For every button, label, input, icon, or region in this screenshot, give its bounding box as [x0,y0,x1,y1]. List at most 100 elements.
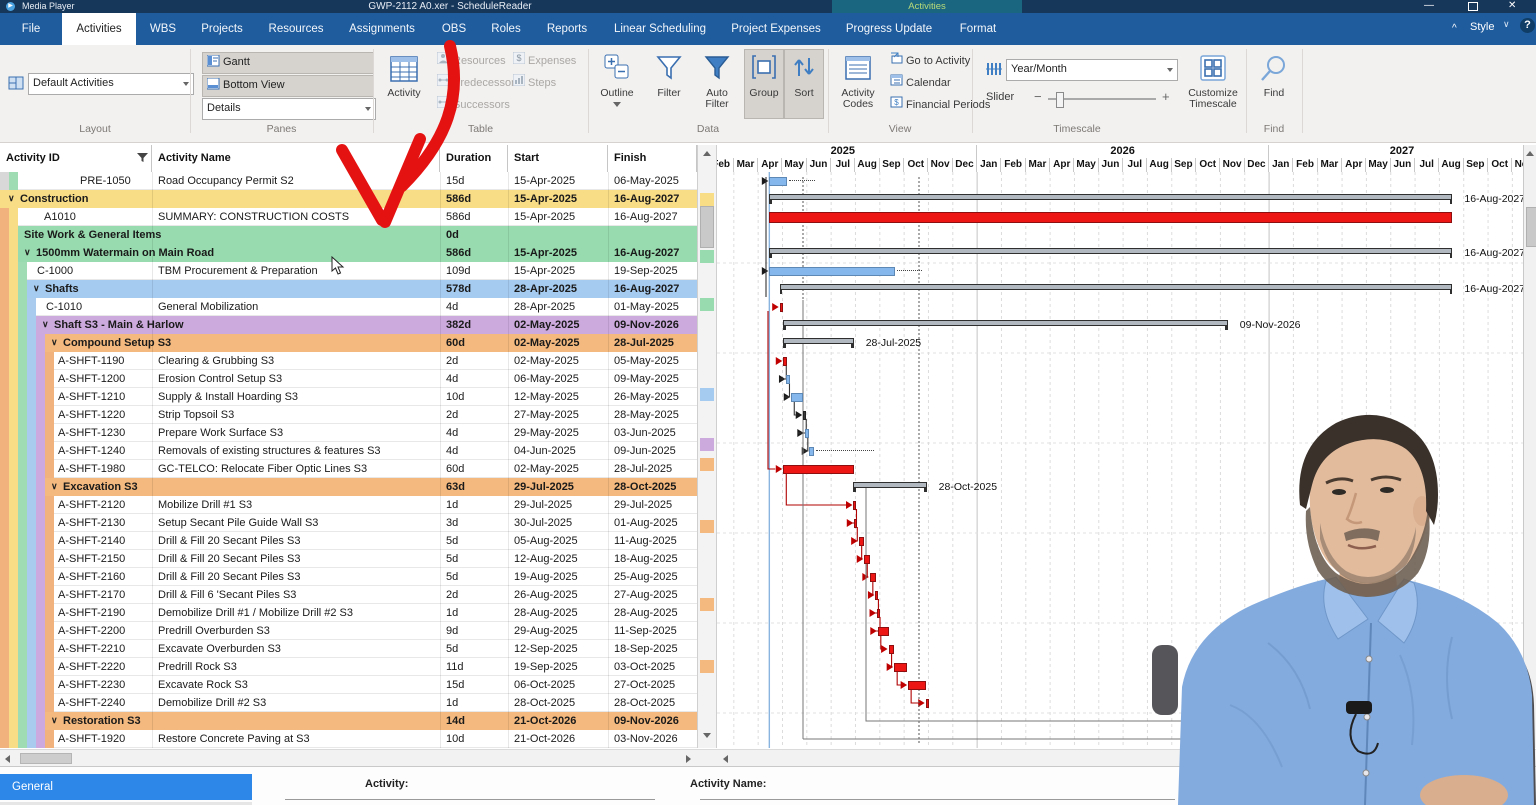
gantt-bar-task[interactable] [769,212,1452,223]
table-row[interactable]: A-SHFT-2220Predrill Rock S311d19-Sep-202… [0,658,697,676]
column-header-duration[interactable]: Duration [440,145,508,172]
table-row[interactable]: A-SHFT-2160Drill & Fill 20 Secant Piles … [0,568,697,586]
gantt-bar-task[interactable] [780,303,784,312]
gantt-bar-task[interactable] [769,177,787,186]
table-row[interactable]: A-SHFT-2240Demobilize Drill #2 S31d28-Oc… [0,694,697,712]
table-row[interactable]: A-SHFT-2190Demobilize Drill #1 / Mobiliz… [0,604,697,622]
table-row[interactable]: Site Work & General Items0d [0,226,697,244]
gantt-bar-task[interactable] [786,375,789,384]
activity-codes-button[interactable]: Activity Codes [830,50,886,116]
column-header-activity-id[interactable]: Activity ID [0,145,152,172]
table-row[interactable]: ∨Excavation S363d29-Jul-202528-Oct-2025 [0,478,697,496]
collapse-ribbon-icon[interactable]: ^ [1452,23,1457,34]
expenses-button[interactable]: $Expenses [513,51,576,71]
table-row[interactable]: A-SHFT-1230Prepare Work Surface S34d29-M… [0,424,697,442]
table-row[interactable]: A1010SUMMARY: CONSTRUCTION COSTS586d15-A… [0,208,697,226]
collapse-chevron-icon[interactable]: ∨ [42,316,49,334]
minimize-button[interactable]: — [1424,0,1434,11]
tab-reports[interactable]: Reports [537,13,597,45]
collapse-chevron-icon[interactable]: ∨ [51,334,58,352]
table-row[interactable]: A-SHFT-2200Predrill Overburden S39d29-Au… [0,622,697,640]
gantt-bar-summary[interactable] [780,284,1453,290]
collapse-chevron-icon[interactable]: ∨ [33,280,40,298]
column-header-finish[interactable]: Finish [608,145,697,172]
tab-resources[interactable]: Resources [263,13,329,45]
table-row[interactable]: C-1010General Mobilization4d28-Apr-20250… [0,298,697,316]
scroll-up-icon[interactable] [703,151,711,156]
table-row[interactable]: A-SHFT-1220Strip Topsoil S32d27-May-2025… [0,406,697,424]
customize-timescale-button[interactable]: Customize Timescale [1184,50,1242,116]
zoom-out-icon[interactable]: − [1034,89,1042,104]
table-row[interactable]: A-SHFT-1980GC-TELCO: Relocate Fiber Opti… [0,460,697,478]
gantt-horizontal-scrollbar[interactable] [717,749,1536,767]
table-row[interactable]: ∨Compound Setup S360d02-May-202528-Jul-2… [0,334,697,352]
table-vertical-scrollbar[interactable] [697,145,717,748]
gantt-bar-task[interactable] [864,555,870,564]
gantt-bar-task[interactable] [791,393,803,402]
gantt-bar-task[interactable] [809,447,814,456]
table-row[interactable]: ∨Shafts578d28-Apr-202516-Aug-2027 [0,280,697,298]
tab-linear-scheduling[interactable]: Linear Scheduling [607,13,713,45]
tab-format[interactable]: Format [948,13,1008,45]
predecessors-button[interactable]: Predecessors [437,73,520,93]
scroll-down-icon[interactable] [703,733,711,738]
gantt-bar-task[interactable] [875,591,878,600]
table-row[interactable]: A-SHFT-2170Drill & Fill 6 'Secant Piles … [0,586,697,604]
gantt-bar-summary[interactable] [769,248,1452,254]
scroll-right-icon[interactable] [686,755,691,763]
scroll-left-icon[interactable] [723,755,728,763]
table-row[interactable]: A-SHFT-2210Excavate Overburden S35d12-Se… [0,640,697,658]
table-row[interactable]: A-SHFT-1200Erosion Control Setup S34d06-… [0,370,697,388]
table-row[interactable]: ∨Shaft S3 - Main & Harlow382d02-May-2025… [0,316,697,334]
outline-button[interactable]: Outline [592,50,642,116]
gantt-bar-task[interactable] [877,609,880,618]
tab-assignments[interactable]: Assignments [343,13,421,45]
gantt-bar-task[interactable] [908,681,926,690]
table-horizontal-scrollbar[interactable] [0,749,697,767]
collapse-chevron-icon[interactable]: ∨ [51,478,58,496]
auto-filter-button[interactable]: Auto Filter [694,50,740,116]
style-menu[interactable]: Style [1470,21,1494,33]
gantt-bar-summary[interactable] [769,194,1452,200]
table-vscroll-thumb[interactable] [700,206,714,248]
table-row[interactable]: A-SHFT-2140Drill & Fill 20 Secant Piles … [0,532,697,550]
find-button[interactable]: Find [1249,50,1299,116]
tab-roles[interactable]: Roles [483,13,529,45]
column-header-activity-name[interactable]: Activity Name [152,145,440,172]
filter-funnel-icon[interactable] [137,153,148,166]
table-row[interactable]: PRE-1050Road Occupancy Permit S215d15-Ap… [0,172,697,190]
table-row[interactable]: ∨Restoration S314d21-Oct-202609-Nov-2026 [0,712,697,730]
gantt-bar-task[interactable] [783,465,853,474]
gantt-vscroll-thumb[interactable] [1526,207,1536,247]
gantt-bar-task[interactable] [803,411,806,420]
column-header-start[interactable]: Start [508,145,608,172]
gantt-bar-task[interactable] [805,429,810,438]
gantt-bar-task[interactable] [769,267,895,276]
table-row[interactable]: A-SHFT-2130Setup Secant Pile Guide Wall … [0,514,697,532]
goto-activity-button[interactable]: Go to Activity [890,51,970,71]
gantt-bar-task[interactable] [894,663,907,672]
gantt-bar-task[interactable] [859,537,865,546]
style-caret-icon[interactable]: ∨ [1503,19,1510,30]
calendar-button[interactable]: Calendar [890,73,951,93]
steps-button[interactable]: Steps [513,73,556,93]
timescale-select[interactable]: Year/Month [1006,59,1178,81]
gantt-bar-task[interactable] [870,573,876,582]
group-button[interactable]: Group [744,49,784,119]
layout-select[interactable]: Default Activities [28,73,194,95]
gantt-bar-task[interactable] [889,645,895,654]
gantt-bar-summary[interactable] [853,482,926,488]
zoom-slider-handle[interactable] [1056,92,1064,108]
tab-progress-update[interactable]: Progress Update [837,13,941,45]
gantt-vertical-scrollbar[interactable] [1523,145,1536,748]
gantt-toggle[interactable]: Gantt [202,52,374,74]
zoom-in-icon[interactable]: + [1162,89,1170,104]
gantt-bar-task[interactable] [783,357,786,366]
sort-button[interactable]: Sort [784,49,824,119]
help-icon[interactable]: ? [1520,18,1535,33]
table-row[interactable]: ∨Construction586d15-Apr-202516-Aug-2027 [0,190,697,208]
tab-file[interactable]: File [10,13,52,45]
zoom-slider[interactable] [1048,98,1156,100]
scroll-up-icon[interactable] [1526,151,1534,156]
tab-wbs[interactable]: WBS [140,13,186,45]
